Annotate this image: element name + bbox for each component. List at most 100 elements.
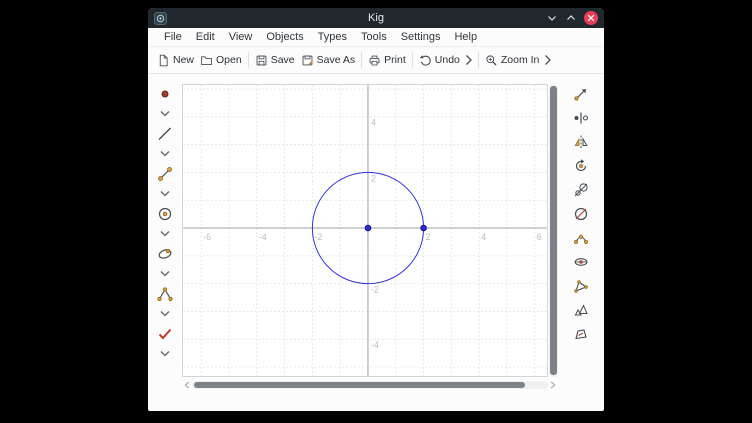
point-icon — [157, 86, 173, 102]
point-tool-button[interactable] — [157, 86, 173, 102]
harmonic-homology-tool-button[interactable] — [573, 254, 589, 270]
zoom-in-label: Zoom In — [501, 54, 540, 66]
rotation-tool-button[interactable] — [573, 158, 589, 174]
maximize-button[interactable] — [565, 12, 577, 24]
zoom-overflow-button[interactable] — [542, 51, 554, 69]
projective-rotation-tool-button[interactable] — [573, 230, 589, 246]
menu-settings[interactable]: Settings — [394, 30, 448, 44]
undo-button[interactable]: Undo — [416, 51, 463, 70]
print-icon — [368, 54, 381, 67]
print-label: Print — [384, 54, 406, 66]
open-button[interactable]: Open — [197, 51, 245, 70]
close-button[interactable] — [584, 11, 598, 25]
angle-icon — [157, 286, 173, 302]
conic-icon — [157, 246, 173, 262]
vertical-scrollbar-thumb[interactable] — [550, 86, 557, 375]
y-tick-label: 4 — [371, 118, 376, 128]
y-tick-label: -2 — [371, 285, 379, 295]
x-tick-label: 2 — [426, 232, 431, 242]
translation-tool-button[interactable] — [573, 86, 589, 102]
scroll-left-button[interactable] — [182, 380, 192, 390]
test-check-icon — [157, 326, 173, 342]
line-tool-expander[interactable] — [159, 150, 171, 158]
titlebar[interactable]: Kig — [148, 8, 604, 28]
menu-view[interactable]: View — [222, 30, 260, 44]
chevron-right-icon — [465, 54, 473, 66]
objects-dock — [148, 74, 182, 411]
point-reflection-tool-button[interactable] — [573, 110, 589, 126]
menu-tools[interactable]: Tools — [354, 30, 394, 44]
axis-reflection-icon — [573, 134, 589, 150]
menubar: File Edit View Objects Types Tools Setti… — [148, 28, 604, 46]
projectivity-icon — [573, 326, 589, 342]
print-button[interactable]: Print — [365, 51, 409, 70]
segment-icon — [157, 166, 173, 182]
x-tick-label: 6 — [537, 232, 542, 242]
affinity-tool-button[interactable] — [573, 278, 589, 294]
desktop: { "window": { "title": "Kig" }, "menu": … — [0, 0, 752, 423]
menu-edit[interactable]: Edit — [189, 30, 222, 44]
new-button[interactable]: New — [154, 51, 197, 70]
scaling-icon — [573, 182, 589, 198]
menu-objects[interactable]: Objects — [259, 30, 310, 44]
test-tool-expander[interactable] — [159, 350, 171, 358]
close-icon — [587, 14, 595, 22]
geometry-canvas[interactable]: -6-4-224642-2-4 — [182, 84, 548, 377]
conic-tool-button[interactable] — [157, 246, 173, 262]
undo-icon — [419, 54, 432, 67]
chevron-down-icon — [159, 150, 171, 158]
chevron-down-icon — [159, 270, 171, 278]
save-button[interactable]: Save — [252, 51, 298, 70]
point-object[interactable] — [365, 225, 371, 231]
chevron-down-icon — [159, 310, 171, 318]
segment-tool-expander[interactable] — [159, 190, 171, 198]
toolbar-separator — [412, 52, 413, 68]
rotation-icon — [573, 158, 589, 174]
point-tool-expander[interactable] — [159, 110, 171, 118]
new-document-icon — [157, 54, 170, 67]
horizontal-scrollbar-track[interactable] — [192, 381, 548, 389]
chevron-up-icon — [565, 12, 577, 24]
projectivity-tool-button[interactable] — [573, 326, 589, 342]
scaling-tool-button[interactable] — [573, 182, 589, 198]
line-icon — [157, 126, 173, 142]
horizontal-scrollbar-thumb[interactable] — [194, 382, 525, 388]
similitude-tool-button[interactable] — [573, 302, 589, 318]
chevron-down-icon — [159, 190, 171, 198]
test-tool-button[interactable] — [157, 326, 173, 342]
segment-tool-button[interactable] — [157, 166, 173, 182]
chevron-left-icon — [184, 381, 190, 389]
undo-overflow-button[interactable] — [463, 51, 475, 69]
toolbar-separator — [248, 52, 249, 68]
angle-tool-button[interactable] — [157, 286, 173, 302]
point-reflection-icon — [573, 110, 589, 126]
save-icon — [255, 54, 268, 67]
circle-tool-button[interactable] — [157, 206, 173, 222]
similitude-icon — [573, 302, 589, 318]
save-as-button[interactable]: Save As — [298, 51, 359, 70]
save-label: Save — [271, 54, 295, 66]
point-object[interactable] — [421, 225, 427, 231]
window-controls — [546, 11, 598, 25]
circle-tool-expander[interactable] — [159, 230, 171, 238]
menu-types[interactable]: Types — [311, 30, 354, 44]
window-title: Kig — [148, 12, 604, 24]
chevron-down-icon — [159, 110, 171, 118]
conic-tool-expander[interactable] — [159, 270, 171, 278]
inversion-tool-button[interactable] — [573, 206, 589, 222]
zoom-in-button[interactable]: Zoom In — [482, 51, 543, 70]
kig-window: Kig File Edit View Objects Type — [148, 8, 604, 411]
y-tick-label: 2 — [371, 173, 376, 183]
save-as-icon — [301, 54, 314, 67]
save-as-label: Save As — [317, 54, 356, 66]
vertical-scrollbar[interactable] — [549, 84, 558, 377]
scroll-right-button[interactable] — [548, 380, 558, 390]
app-icon-glyph — [156, 14, 165, 23]
menu-file[interactable]: File — [157, 30, 189, 44]
line-tool-button[interactable] — [157, 126, 173, 142]
axis-reflection-tool-button[interactable] — [573, 134, 589, 150]
angle-tool-expander[interactable] — [159, 310, 171, 318]
minimize-button[interactable] — [546, 12, 558, 24]
menu-help[interactable]: Help — [447, 30, 484, 44]
affinity-icon — [573, 278, 589, 294]
